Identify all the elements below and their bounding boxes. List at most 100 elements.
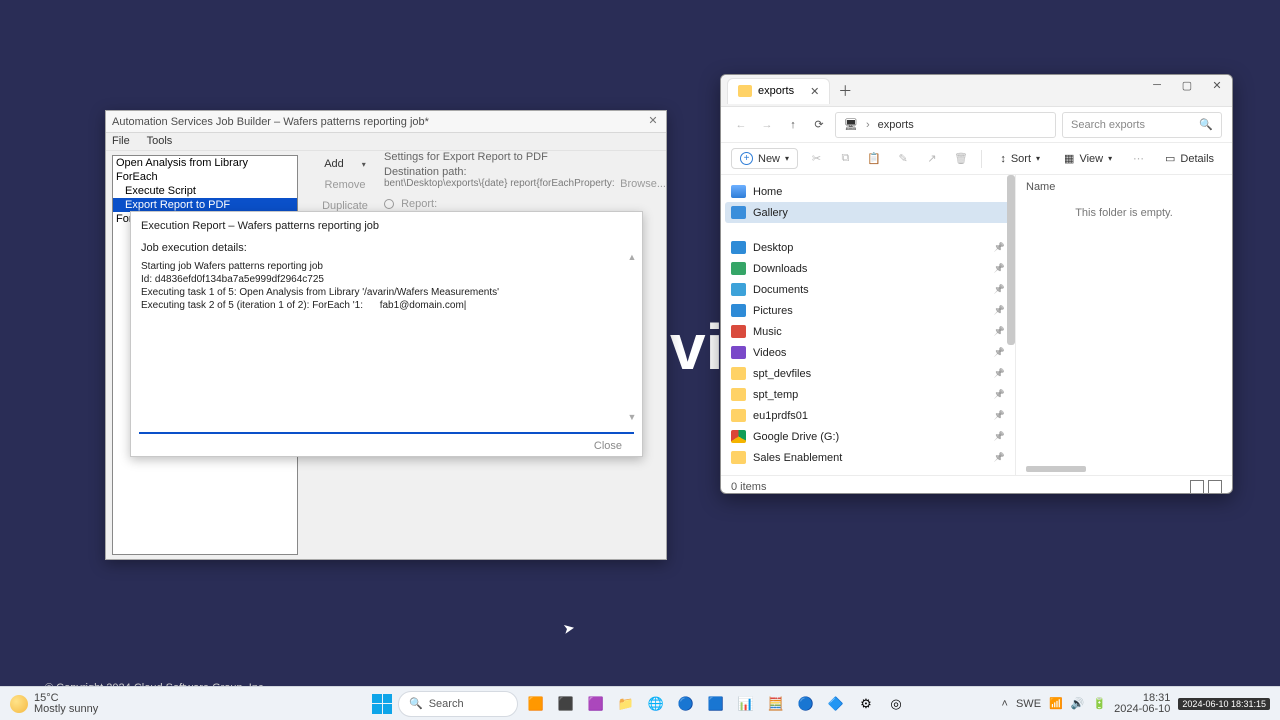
- menu-tools[interactable]: Tools: [147, 135, 173, 147]
- language-indicator[interactable]: SWE: [1016, 698, 1041, 710]
- chevron-up-icon[interactable]: ˄: [1002, 698, 1008, 710]
- battery-icon[interactable]: 🔋: [1092, 697, 1106, 710]
- up-icon[interactable]: ↑: [783, 115, 803, 135]
- nav-item-label: spt_temp: [753, 389, 798, 401]
- folder-icon: [738, 85, 752, 97]
- paste-icon[interactable]: 📋: [864, 148, 885, 170]
- back-icon[interactable]: ←: [731, 115, 751, 135]
- taskbar-search[interactable]: 🔍 Search: [398, 691, 518, 717]
- tab-strip: exports ✕ ＋ ─ ▢ ✕: [721, 75, 1232, 107]
- nav-item[interactable]: Google Drive (G:): [725, 426, 1011, 447]
- nav-item-label: Desktop: [753, 242, 793, 254]
- folder-icon: [731, 430, 746, 443]
- breadcrumb-item[interactable]: exports: [878, 119, 914, 131]
- nav-item[interactable]: Downloads: [725, 258, 1011, 279]
- job-builder-titlebar[interactable]: Automation Services Job Builder – Wafers…: [106, 111, 666, 133]
- task-item[interactable]: Execute Script: [113, 184, 297, 198]
- taskbar-app-icon[interactable]: 🔷: [824, 692, 848, 716]
- item-count: 0 items: [731, 481, 766, 493]
- search-label: Search: [429, 698, 464, 710]
- nav-item[interactable]: spt_devfiles: [725, 363, 1011, 384]
- chrome-icon[interactable]: 🔵: [674, 692, 698, 716]
- task-item[interactable]: ForEach: [113, 170, 297, 184]
- minimize-icon[interactable]: ─: [1148, 79, 1166, 92]
- nav-item[interactable]: Documents: [725, 279, 1011, 300]
- list-view-icon[interactable]: [1190, 480, 1204, 494]
- cut-icon[interactable]: ✂: [806, 148, 827, 170]
- more-icon[interactable]: ⋯: [1128, 148, 1149, 170]
- forward-icon[interactable]: →: [757, 115, 777, 135]
- taskbar-app-icon[interactable]: 🟦: [704, 692, 728, 716]
- taskbar-app-icon[interactable]: 🟪: [584, 692, 608, 716]
- maximize-icon[interactable]: ▢: [1178, 79, 1196, 92]
- details-view-icon[interactable]: [1208, 480, 1222, 494]
- column-header-name[interactable]: Name: [1026, 181, 1222, 193]
- volume-icon[interactable]: 🔊: [1071, 697, 1085, 710]
- clock[interactable]: 18:31 2024-06-10: [1114, 693, 1170, 715]
- content-pane[interactable]: Name This folder is empty.: [1016, 175, 1232, 475]
- nav-item[interactable]: Videos: [725, 342, 1011, 363]
- delete-icon[interactable]: 🗑: [950, 148, 971, 170]
- nav-item[interactable]: eu1prdfs01: [725, 405, 1011, 426]
- destination-path[interactable]: bent\Desktop\exports\{date} report{forEa…: [384, 178, 614, 189]
- weather-temp: 15°C: [34, 693, 98, 704]
- folder-icon: [731, 304, 746, 317]
- task-item[interactable]: Open Analysis from Library: [113, 156, 297, 170]
- taskbar-app-icon[interactable]: ◎: [884, 692, 908, 716]
- nav-item[interactable]: Music: [725, 321, 1011, 342]
- breadcrumb[interactable]: 🖥 › exports: [835, 112, 1056, 138]
- taskbar-app-icon[interactable]: 🟧: [524, 692, 548, 716]
- folder-icon: [731, 206, 746, 219]
- task-item-selected[interactable]: Export Report to PDF: [113, 198, 297, 212]
- scroll-up-icon[interactable]: ▲: [626, 252, 638, 262]
- nav-item-label: Gallery: [753, 207, 788, 219]
- add-button[interactable]: Add: [306, 155, 384, 173]
- view-button[interactable]: ▦ View ▾: [1056, 149, 1120, 168]
- close-tab-icon[interactable]: ✕: [810, 85, 819, 98]
- taskbar-app-icon[interactable]: ⬛: [554, 692, 578, 716]
- taskbar-app-icon[interactable]: 📊: [734, 692, 758, 716]
- weather-widget[interactable]: 15°C Mostly sunny: [10, 693, 98, 715]
- taskbar-app-icon[interactable]: 🧮: [764, 692, 788, 716]
- sort-button[interactable]: ↕ Sort ▾: [992, 150, 1048, 168]
- nav-item[interactable]: spt_temp: [725, 384, 1011, 405]
- navigation-pane[interactable]: Home Gallery Desktop Downloads Documents Pict…: [721, 175, 1016, 475]
- file-explorer-icon[interactable]: 📁: [614, 692, 638, 716]
- report-radio[interactable]: [384, 199, 394, 209]
- refresh-icon[interactable]: ⟳: [809, 115, 829, 135]
- nav-item[interactable]: Sales Enablement: [725, 447, 1011, 468]
- rename-icon[interactable]: ✎: [893, 148, 914, 170]
- new-button[interactable]: + New ▾: [731, 148, 798, 169]
- browse-button[interactable]: Browse...: [620, 178, 666, 190]
- system-tray[interactable]: ˄ SWE 📶 🔊 🔋 18:31 2024-06-10 2024-06-10 …: [1002, 693, 1270, 715]
- scrollbar[interactable]: [1007, 175, 1015, 345]
- nav-item[interactable]: Pictures: [725, 300, 1011, 321]
- scrollbar[interactable]: ▲ ▼: [626, 252, 638, 430]
- details-button[interactable]: ▭ Details: [1157, 149, 1222, 168]
- new-tab-button[interactable]: ＋: [838, 81, 852, 101]
- nav-item[interactable]: Desktop: [725, 237, 1011, 258]
- folder-icon: [731, 283, 746, 296]
- close-icon[interactable]: ✕: [644, 113, 662, 131]
- execution-log[interactable]: Starting job Wafers patterns reporting j…: [141, 260, 632, 312]
- edge-icon[interactable]: 🌐: [644, 692, 668, 716]
- taskbar-app-icon[interactable]: 🔵: [794, 692, 818, 716]
- nav-item[interactable]: Home: [725, 181, 1011, 202]
- sun-icon: [10, 695, 28, 713]
- close-button[interactable]: Close: [594, 440, 622, 452]
- toolbar: + New ▾ ✂ ⧉ 📋 ✎ ↗ 🗑 ↕ Sort ▾ ▦ View ▾ ⋯ …: [721, 143, 1232, 175]
- nav-item-label: Documents: [753, 284, 809, 296]
- share-icon[interactable]: ↗: [922, 148, 943, 170]
- search-input[interactable]: Search exports 🔍: [1062, 112, 1222, 138]
- nav-item[interactable]: Gallery: [725, 202, 1011, 223]
- remove-button[interactable]: Remove: [306, 176, 384, 194]
- menu-file[interactable]: File: [112, 135, 130, 147]
- settings-icon[interactable]: ⚙: [854, 692, 878, 716]
- scroll-down-icon[interactable]: ▼: [626, 412, 638, 422]
- close-icon[interactable]: ✕: [1208, 79, 1226, 92]
- tab-exports[interactable]: exports ✕: [727, 78, 830, 104]
- start-button[interactable]: [372, 694, 392, 714]
- copy-icon[interactable]: ⧉: [835, 148, 856, 170]
- horizontal-scrollbar[interactable]: [1026, 466, 1086, 472]
- wifi-icon[interactable]: 📶: [1049, 697, 1063, 710]
